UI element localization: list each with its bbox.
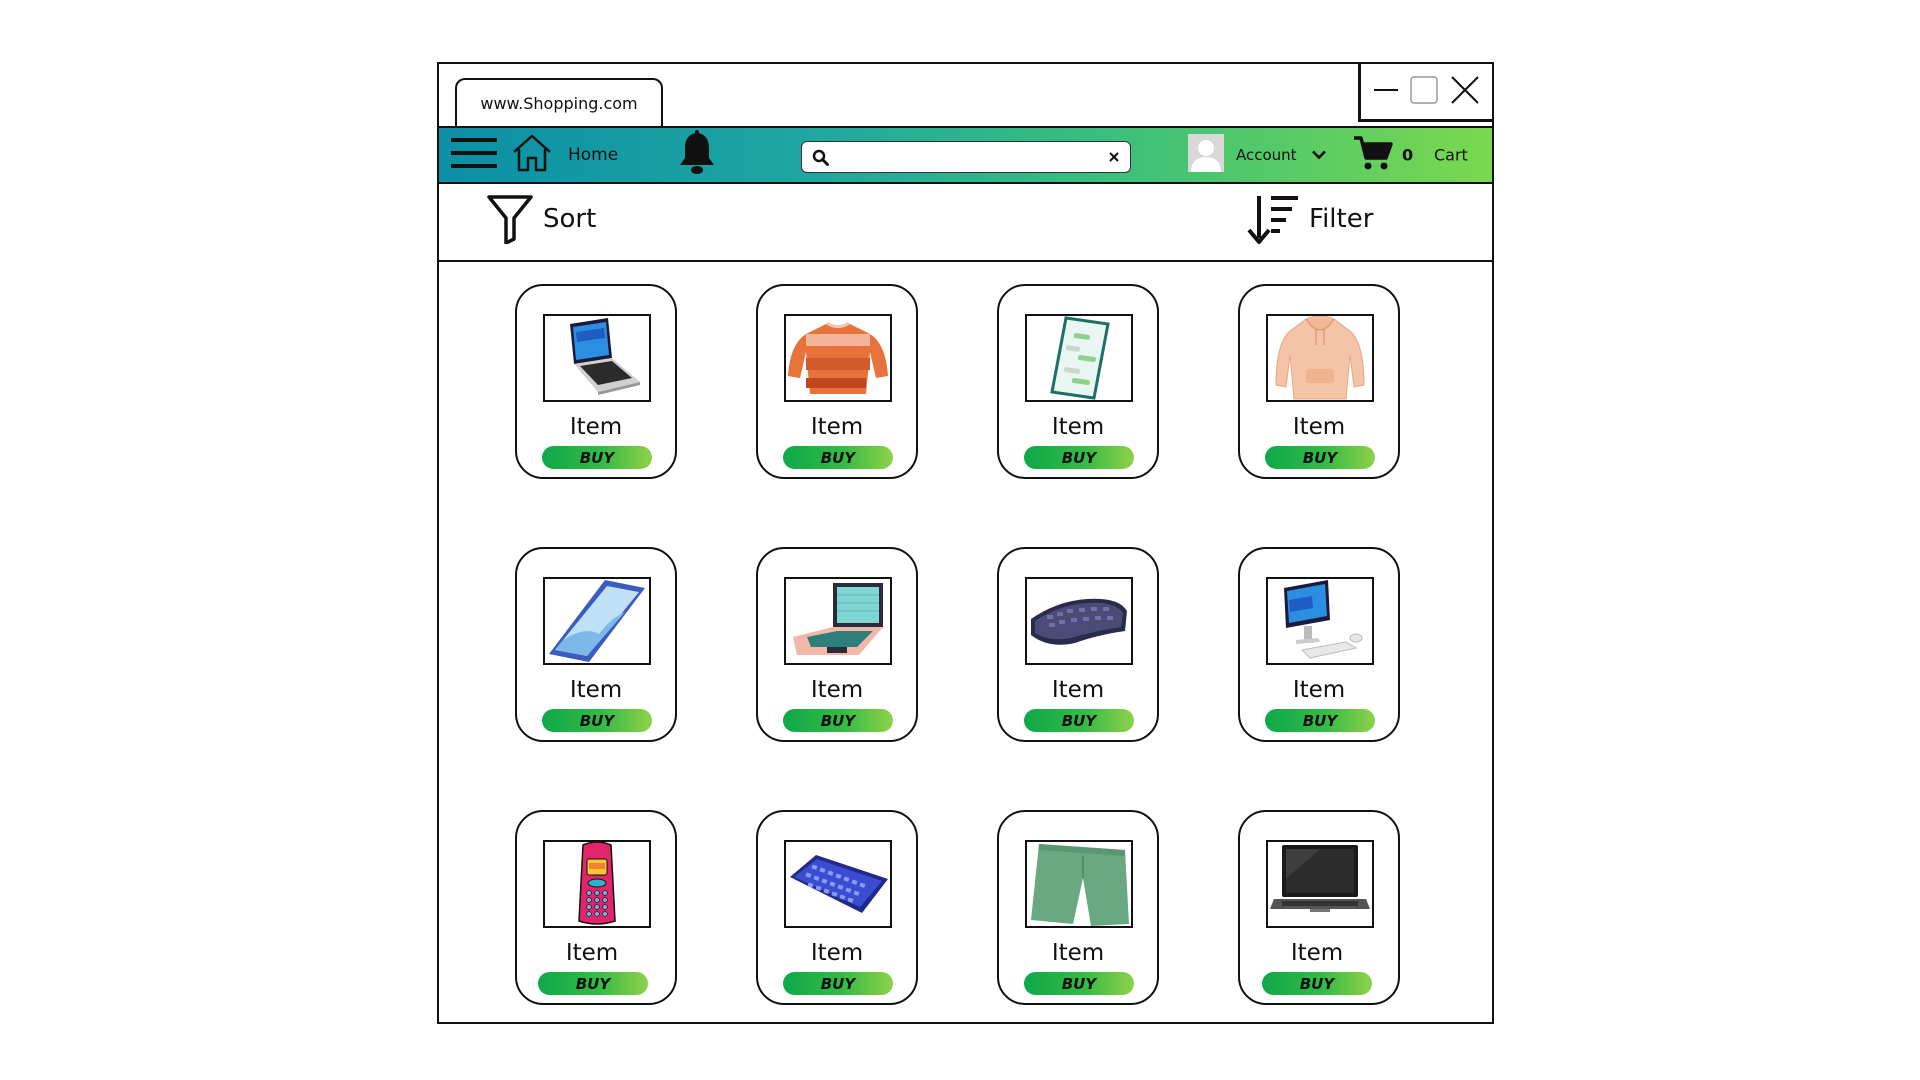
cart-count-badge: 0 [1402, 145, 1414, 165]
product-grid: Item BUY Item BUY Item BUY Item BUY Item… [439, 262, 1492, 1022]
product-card[interactable]: Item BUY [756, 810, 918, 1005]
buy-button[interactable]: BUY [1265, 446, 1375, 469]
product-card[interactable]: Item BUY [1238, 284, 1400, 479]
product-card[interactable]: Item BUY [1238, 547, 1400, 742]
buy-button[interactable]: BUY [542, 709, 652, 732]
buy-button[interactable]: BUY [783, 972, 893, 995]
product-card[interactable]: Item BUY [515, 810, 677, 1005]
product-card[interactable]: Item BUY [515, 547, 677, 742]
item-label: Item [569, 677, 623, 703]
buy-button[interactable]: BUY [1262, 972, 1372, 995]
home-link[interactable]: Home [568, 145, 618, 165]
cart-icon[interactable] [1353, 134, 1393, 176]
maximize-icon[interactable] [1409, 75, 1439, 109]
home-icon[interactable] [511, 132, 553, 178]
tab-url: www.Shopping.com [480, 93, 638, 113]
window-controls [1358, 64, 1492, 122]
item-label: Item [1051, 414, 1105, 440]
sweater-icon [784, 314, 892, 402]
item-label: Item [1292, 414, 1346, 440]
bell-icon[interactable] [677, 130, 717, 180]
product-card[interactable]: Item BUY [756, 284, 918, 479]
ergonomic-keyboard-icon [1025, 577, 1133, 665]
buy-button[interactable]: BUY [1024, 709, 1134, 732]
mechanical-keyboard-icon [784, 840, 892, 928]
buy-button[interactable]: BUY [538, 972, 648, 995]
product-card[interactable]: Item BUY [1238, 810, 1400, 1005]
item-label: Item [1292, 677, 1346, 703]
account-menu[interactable]: Account [1236, 146, 1297, 164]
buy-button[interactable]: BUY [1024, 446, 1134, 469]
item-label: Item [810, 940, 864, 966]
pink-laptop-icon [784, 577, 892, 665]
black-laptop-icon [1266, 840, 1374, 928]
buy-button[interactable]: BUY [1024, 972, 1134, 995]
clear-search-icon[interactable] [1108, 151, 1120, 163]
browser-window: www.Shopping.com Home Account 0 Cart Sor… [437, 62, 1494, 1024]
product-card[interactable]: Item BUY [997, 810, 1159, 1005]
item-label: Item [569, 414, 623, 440]
item-label: Item [1051, 940, 1105, 966]
laptop-icon [543, 314, 651, 402]
product-card[interactable]: Item BUY [515, 284, 677, 479]
shorts-icon [1025, 840, 1133, 928]
item-label: Item [1051, 677, 1105, 703]
product-card[interactable]: Item BUY [997, 284, 1159, 479]
item-label: Item [1290, 940, 1344, 966]
buy-button[interactable]: BUY [783, 709, 893, 732]
sort-button[interactable]: Sort [543, 204, 596, 234]
close-icon[interactable] [1449, 74, 1481, 110]
buy-button[interactable]: BUY [783, 446, 893, 469]
product-card[interactable]: Item BUY [756, 547, 918, 742]
minimize-icon[interactable] [1372, 76, 1400, 108]
search-bar [801, 141, 1131, 173]
search-input[interactable] [837, 144, 1102, 170]
search-icon[interactable] [812, 149, 829, 166]
item-label: Item [565, 940, 619, 966]
funnel-icon[interactable] [487, 194, 533, 248]
sort-filter-bar: Sort Filter [439, 184, 1492, 262]
smartphone-chat-icon [1025, 314, 1133, 402]
avatar[interactable] [1188, 134, 1224, 176]
sort-descending-icon[interactable] [1247, 194, 1303, 250]
chevron-down-icon[interactable] [1311, 146, 1327, 165]
cart-link[interactable]: Cart [1434, 146, 1468, 165]
filter-button[interactable]: Filter [1309, 204, 1373, 234]
item-label: Item [810, 414, 864, 440]
item-label: Item [810, 677, 864, 703]
buy-button[interactable]: BUY [542, 446, 652, 469]
navbar: Home Account 0 Cart [439, 126, 1492, 184]
hoodie-icon [1266, 314, 1374, 402]
buy-button[interactable]: BUY [1265, 709, 1375, 732]
browser-tab[interactable]: www.Shopping.com [455, 78, 663, 126]
hamburger-menu-icon[interactable] [451, 136, 497, 174]
tablet-icon [543, 577, 651, 665]
product-card[interactable]: Item BUY [997, 547, 1159, 742]
retro-phone-icon [543, 840, 651, 928]
desktop-computer-icon [1266, 577, 1374, 665]
